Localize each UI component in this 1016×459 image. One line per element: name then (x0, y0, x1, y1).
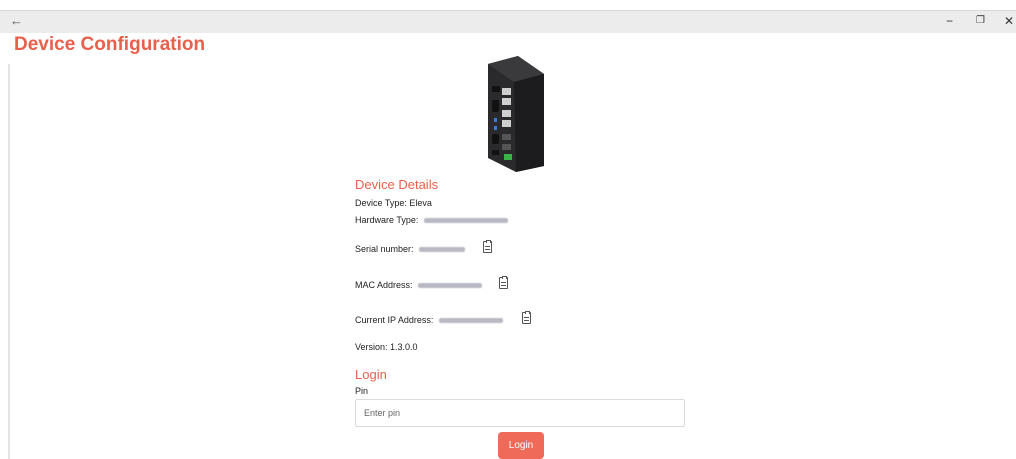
ip-address-redacted (438, 318, 503, 324)
close-icon[interactable]: ✕ (1004, 14, 1014, 28)
serial-number-label: Serial number: (355, 244, 414, 254)
login-button[interactable]: Login (498, 432, 544, 459)
serial-number-row: Serial number: (355, 244, 466, 254)
device-image (488, 56, 544, 172)
hardware-type-redacted (423, 218, 508, 224)
page-title: Device Configuration (14, 34, 206, 55)
pin-input[interactable] (355, 399, 685, 427)
window-titlebar: ← − ❐ ✕ (0, 10, 1016, 33)
device-type-text: Device Type: Eleva (355, 198, 432, 208)
ip-address-label: Current IP Address: (355, 315, 434, 325)
left-divider (8, 64, 10, 459)
hardware-type-label: Hardware Type: (355, 215, 419, 225)
back-arrow-icon[interactable]: ← (10, 13, 23, 28)
copy-ip-icon[interactable] (522, 311, 531, 324)
device-type-row: Device Type: Eleva (355, 198, 432, 208)
mac-address-redacted (418, 283, 483, 289)
mac-address-label: MAC Address: (355, 280, 413, 290)
minimize-icon[interactable]: − (946, 14, 953, 28)
pin-label: Pin (355, 386, 369, 396)
version-row: Version: 1.3.0.0 (355, 342, 418, 352)
restore-icon[interactable]: ❐ (976, 15, 985, 26)
mac-address-row: MAC Address: (355, 280, 483, 290)
hardware-type-row: Hardware Type: (355, 215, 508, 225)
ip-address-row: Current IP Address: (355, 315, 503, 325)
version-text: Version: 1.3.0.0 (355, 342, 418, 352)
serial-number-redacted (419, 247, 466, 253)
copy-serial-icon[interactable] (483, 240, 492, 253)
copy-mac-icon[interactable] (499, 276, 508, 289)
login-heading: Login (355, 367, 387, 382)
device-details-heading: Device Details (355, 177, 439, 192)
